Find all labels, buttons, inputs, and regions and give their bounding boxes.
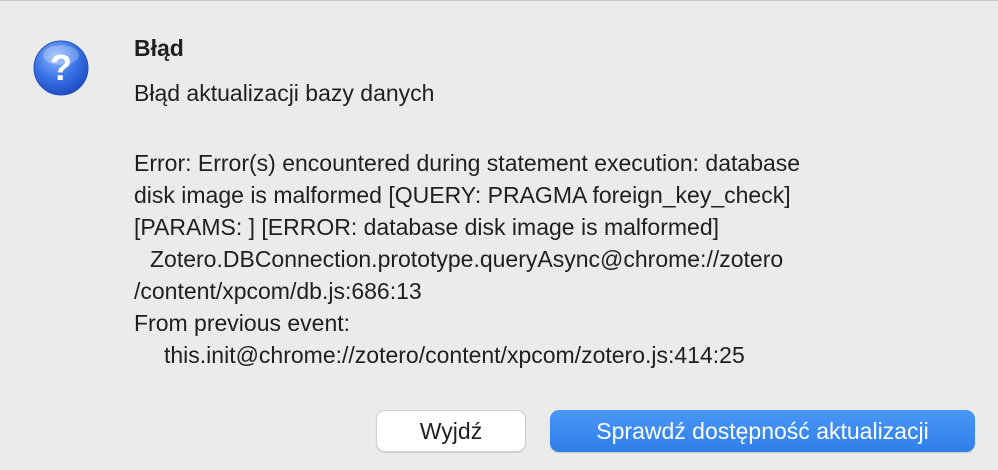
error-message-line: From previous event:	[134, 310, 351, 336]
dialog-subtitle: Błąd aktualizacji bazy danych	[134, 80, 435, 106]
error-message-line: Zotero.DBConnection.prototype.queryAsync…	[150, 246, 784, 272]
question-icon: ?	[33, 40, 89, 96]
quit-button[interactable]: Wyjdź	[376, 410, 526, 452]
error-dialog: ? Błąd Błąd aktualizacji bazy danych Err…	[0, 0, 998, 470]
dialog-title: Błąd	[134, 35, 184, 61]
error-message: Error: Error(s) encountered during state…	[134, 147, 954, 371]
error-message-line: [PARAMS: ] [ERROR: database disk image i…	[134, 214, 719, 240]
error-message-line: disk image is malformed [QUERY: PRAGMA f…	[134, 182, 791, 208]
error-message-line: this.init@chrome://zotero/content/xpcom/…	[164, 342, 745, 368]
error-message-line: Error: Error(s) encountered during state…	[134, 150, 801, 176]
check-updates-button[interactable]: Sprawdź dostępność aktualizacji	[550, 410, 975, 452]
svg-text:?: ?	[50, 47, 72, 88]
error-message-line: /content/xpcom/db.js:686:13	[134, 278, 422, 304]
